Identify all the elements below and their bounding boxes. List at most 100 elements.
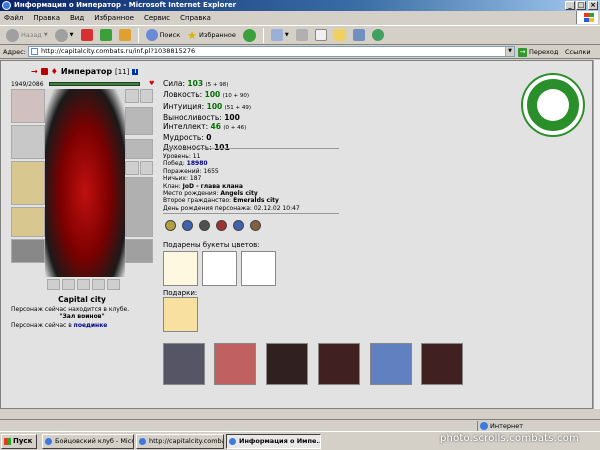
character-figure bbox=[45, 89, 125, 277]
vertical-scrollbar[interactable] bbox=[593, 60, 600, 409]
stop-button[interactable] bbox=[79, 27, 95, 43]
toolbar: Назад ▼ ▼ Поиск ★ Избранное ▼ bbox=[0, 25, 600, 45]
bracers-slot[interactable] bbox=[11, 207, 45, 237]
small-slot-5[interactable] bbox=[107, 279, 120, 290]
info-icon[interactable]: i bbox=[132, 68, 139, 75]
weapon-slot[interactable] bbox=[11, 125, 45, 159]
taskbar-item-label: Информация о Импе... bbox=[239, 437, 321, 445]
favorites-button[interactable]: ★ Избранное bbox=[185, 27, 238, 43]
print-icon bbox=[295, 29, 308, 41]
status-bar: Интернет bbox=[0, 419, 600, 431]
info-row: Уровень: 11 bbox=[163, 153, 300, 160]
armor-slot[interactable] bbox=[11, 161, 45, 205]
small-slot-4[interactable] bbox=[92, 279, 105, 290]
gift-item-2[interactable] bbox=[214, 343, 256, 385]
info-block: Уровень: 11 Побед: 18980 Поражений: 1655… bbox=[163, 153, 300, 212]
badge-icon[interactable] bbox=[165, 220, 176, 231]
info-label: Место рождения: bbox=[163, 190, 219, 198]
bouquet-gift-3[interactable] bbox=[241, 251, 276, 286]
address-input[interactable]: http://capitalcity.combats.ru/inf.pl?103… bbox=[28, 46, 515, 57]
gift-item-1[interactable] bbox=[163, 343, 205, 385]
go-label: Переход bbox=[529, 48, 559, 56]
stat-detail: (5 + 98) bbox=[205, 82, 229, 88]
clan-link[interactable]: JoD - глава клана bbox=[183, 183, 243, 190]
watermark-text: photo.scrolls.combats.com bbox=[440, 433, 580, 444]
info-row: Клан: JoD - глава клана bbox=[163, 183, 300, 190]
badge-icon[interactable] bbox=[182, 220, 193, 231]
info-value: 1655 bbox=[203, 167, 219, 175]
taskbar-item[interactable]: http://capitalcity.combat... bbox=[136, 434, 224, 449]
clan-badge-icon[interactable] bbox=[40, 68, 48, 75]
folder-button[interactable] bbox=[332, 27, 348, 43]
window-titlebar[interactable]: Информация о Император - Microsoft Inter… bbox=[0, 0, 600, 11]
start-button[interactable]: Пуск bbox=[1, 434, 37, 449]
gift-item-6[interactable] bbox=[421, 343, 463, 385]
links-button[interactable]: Ссылки bbox=[565, 46, 591, 58]
people-button[interactable] bbox=[370, 27, 386, 43]
helmet-slot[interactable] bbox=[11, 89, 45, 123]
badge-icon[interactable] bbox=[233, 220, 244, 231]
close-button[interactable]: × bbox=[588, 1, 598, 10]
gift-item-4[interactable] bbox=[318, 343, 360, 385]
badge-icon[interactable] bbox=[216, 220, 227, 231]
menu-file[interactable]: Файл bbox=[4, 14, 23, 22]
refresh-button[interactable] bbox=[98, 27, 114, 43]
menu-favorites[interactable]: Избранное bbox=[94, 14, 134, 22]
gift-item-3[interactable] bbox=[266, 343, 308, 385]
page-content: → ♦ Император [11] i 1949/2086 ♥ Capital… bbox=[0, 60, 593, 409]
leggings-slot[interactable] bbox=[125, 177, 153, 237]
back-button[interactable]: Назад ▼ bbox=[4, 27, 50, 43]
amulet-slot[interactable] bbox=[140, 89, 153, 103]
taskbar-item-active[interactable]: Информация о Импе... bbox=[226, 434, 321, 449]
small-slot-2[interactable] bbox=[62, 279, 75, 290]
menu-tools[interactable]: Сервис bbox=[144, 14, 170, 22]
taskbar-item[interactable]: Бойцовский клуб - Micr... bbox=[42, 434, 134, 449]
small-slot-1[interactable] bbox=[47, 279, 60, 290]
shield-slot[interactable] bbox=[125, 139, 153, 159]
messenger-icon bbox=[352, 29, 365, 41]
earring-slot[interactable] bbox=[125, 89, 139, 103]
bouquet-gift-1[interactable] bbox=[163, 251, 198, 286]
menu-view[interactable]: Вид bbox=[70, 14, 84, 22]
forward-button[interactable]: ▼ bbox=[53, 27, 76, 43]
chevron-down-icon[interactable]: ▼ bbox=[505, 47, 514, 56]
status-location: Персонаж сейчас находится в клубе. bbox=[11, 306, 130, 313]
badge-icon[interactable] bbox=[250, 220, 261, 231]
home-icon bbox=[118, 29, 131, 41]
maximize-button[interactable]: □ bbox=[576, 1, 586, 10]
small-slot-3[interactable] bbox=[77, 279, 90, 290]
print-button[interactable] bbox=[294, 27, 310, 43]
info-value: Emeralds city bbox=[233, 197, 279, 205]
info-label: Уровень: bbox=[163, 153, 191, 160]
search-button[interactable]: Поиск bbox=[144, 27, 183, 43]
stat-value: 0 bbox=[206, 133, 212, 143]
menu-edit[interactable]: Правка bbox=[33, 14, 60, 22]
gift-item-5[interactable] bbox=[370, 343, 412, 385]
ring-slot-2[interactable] bbox=[140, 161, 153, 175]
bouquet-gift-2[interactable] bbox=[202, 251, 237, 286]
home-button[interactable] bbox=[117, 27, 133, 43]
info-row: Поражений: 1655 bbox=[163, 168, 300, 175]
gift-medal[interactable] bbox=[163, 297, 198, 332]
history-button[interactable] bbox=[241, 27, 258, 43]
windows-flag-icon bbox=[4, 438, 11, 445]
align-icon: ♦ bbox=[50, 67, 58, 76]
gloves-slot[interactable] bbox=[125, 107, 153, 135]
arrow-icon: → bbox=[31, 67, 38, 76]
hp-text: 1949/2086 bbox=[11, 81, 44, 88]
ring-slot-1[interactable] bbox=[125, 161, 139, 175]
menu-bar: Файл Правка Вид Избранное Сервис Справка bbox=[0, 11, 600, 24]
minimize-button[interactable]: _ bbox=[565, 1, 575, 10]
character-name: Император bbox=[60, 67, 113, 76]
boots-slot[interactable] bbox=[125, 239, 153, 263]
battle-link[interactable]: поединке bbox=[74, 322, 108, 329]
edit-button[interactable] bbox=[313, 27, 329, 43]
belt-slot[interactable] bbox=[11, 239, 45, 263]
messenger-button[interactable] bbox=[351, 27, 367, 43]
go-button[interactable]: → Переход bbox=[518, 46, 558, 58]
menu-help[interactable]: Справка bbox=[180, 14, 211, 22]
mail-button[interactable]: ▼ bbox=[269, 27, 291, 43]
edit-icon bbox=[314, 29, 327, 41]
wins-link[interactable]: 18980 bbox=[187, 160, 208, 167]
badge-icon[interactable] bbox=[199, 220, 210, 231]
